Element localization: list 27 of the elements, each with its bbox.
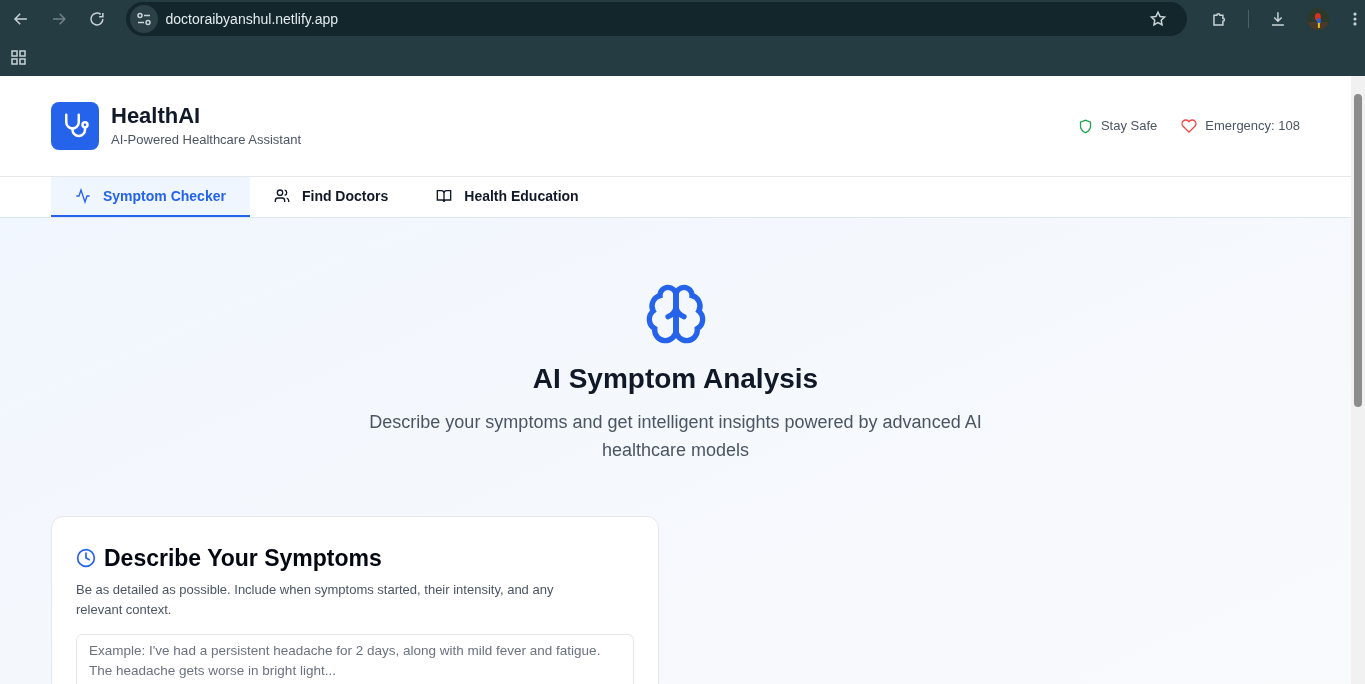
shield-icon bbox=[1077, 118, 1093, 134]
header-badge-text: Stay Safe bbox=[1100, 117, 1158, 136]
nav-tab[interactable]: Symptom Checker bbox=[51, 177, 250, 217]
reload-icon[interactable] bbox=[87, 10, 106, 28]
nav-tab[interactable]: Find Doctors bbox=[249, 177, 413, 217]
heart-icon bbox=[1181, 118, 1198, 134]
book-icon bbox=[436, 188, 453, 204]
site-settings-icon[interactable] bbox=[129, 5, 158, 33]
pulse-icon bbox=[75, 188, 91, 204]
app-name: HealthAI bbox=[111, 102, 202, 131]
apps-grid-icon[interactable] bbox=[11, 49, 26, 65]
hero-title: AI Symptom Analysis bbox=[532, 362, 819, 396]
url-text: doctoraibyanshul.netlify.app bbox=[165, 9, 339, 29]
symptoms-input[interactable]: Example: I've had a persistent headache for 2 days, along with mild fever and fatigue. The headache gets worse in bright light... bbox=[76, 633, 634, 684]
card-description: Be as detailed as possible. Include when symptoms started, their intensity, and any relevant context. bbox=[76, 580, 555, 619]
tagline: AI-Powered Healthcare Assistant bbox=[111, 131, 302, 150]
scrollbar[interactable] bbox=[1351, 76, 1365, 684]
users-icon bbox=[273, 188, 290, 204]
hero-subtitle: Describe your symptoms and get intelligent insights powered by advanced AI healthcare models bbox=[368, 411, 983, 462]
card-title: Describe Your Symptoms bbox=[104, 544, 382, 573]
menu-icon[interactable] bbox=[1353, 12, 1357, 26]
nav-tab[interactable]: Health Education bbox=[412, 177, 603, 217]
header-badge-text: Emergency: 108 bbox=[1205, 117, 1300, 136]
back-icon[interactable] bbox=[12, 10, 30, 28]
address-bar[interactable]: doctoraibyanshul.netlify.app bbox=[125, 2, 1187, 36]
bookmark-star-icon[interactable] bbox=[1148, 10, 1167, 28]
clock-icon bbox=[76, 548, 96, 569]
